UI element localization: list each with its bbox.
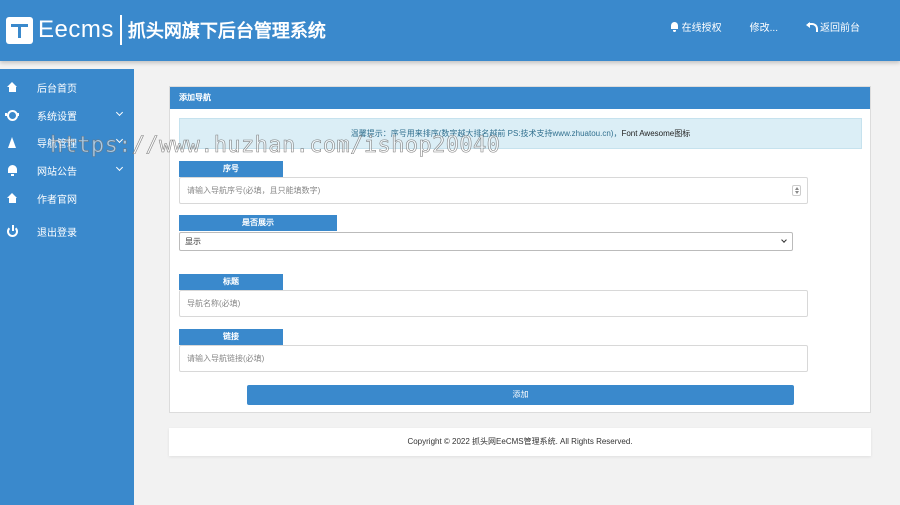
home-icon (7, 81, 18, 93)
logo-icon (6, 16, 33, 44)
system-title: 抓头网旗下后台管理系统 (127, 21, 326, 41)
logo-divider (119, 15, 122, 45)
order-label: 序号 (179, 161, 283, 177)
online-license-label: 在线授权 (681, 23, 722, 34)
order-placeholder: 请输入导航序号(必填，且只能填数字) (187, 186, 321, 195)
title-label: 标题 (179, 274, 283, 290)
modify-link[interactable]: 修改... (750, 19, 778, 34)
link-placeholder: 请输入导航链接(必填) (187, 354, 265, 363)
order-input[interactable]: 请输入导航序号(必填，且只能填数字) (179, 177, 808, 204)
sidebar-item-label: 后台首页 (37, 83, 77, 95)
copyright-text: Copyright © 2022 抓头网EeCMS管理系统. All Right… (407, 437, 633, 446)
navigation-icon (7, 136, 18, 148)
sidebar-item-label: 退出登录 (37, 227, 77, 239)
top-actions: 在线授权 修改... 返回前台 (642, 19, 900, 34)
sidebar: 后台首页 系统设置 导航管理 网站公告 作者官网 退出登录 (0, 69, 134, 505)
logo-text: Eecms (38, 16, 114, 43)
title-placeholder: 导航名称(必填) (187, 299, 241, 308)
back-to-frontend-label: 返回前台 (820, 23, 860, 34)
bell-icon (670, 21, 679, 32)
notice-text: 温馨提示：序号用来排序(数字越大排名越前 PS:技术支持www.zhuatou.… (350, 129, 622, 138)
chevron-down-icon (781, 237, 787, 243)
sidebar-item-navigation[interactable]: 导航管理 (0, 131, 134, 153)
gear-icon (5, 109, 19, 121)
undo-icon (806, 22, 818, 32)
top-bar: Eecms 抓头网旗下后台管理系统 在线授权 修改... 返回前台 (0, 0, 900, 61)
chevron-down-icon (115, 135, 124, 144)
sidebar-item-announcements[interactable]: 网站公告 (0, 159, 134, 181)
sidebar-item-label: 作者官网 (37, 194, 77, 206)
sidebar-item-label: 网站公告 (37, 166, 77, 178)
home-icon (7, 192, 18, 204)
power-icon (7, 224, 18, 237)
sidebar-item-label: 系统设置 (37, 111, 77, 123)
chevron-down-icon (115, 108, 124, 117)
link-input[interactable]: 请输入导航链接(必填) (179, 345, 808, 372)
show-label: 是否展示 (179, 215, 337, 231)
modify-label: 修改... (749, 23, 778, 34)
chevron-down-icon (115, 163, 124, 172)
panel-title: 添加导航 (170, 87, 870, 109)
sidebar-item-label: 导航管理 (37, 138, 77, 150)
add-button[interactable]: 添加 (247, 385, 794, 405)
footer: Copyright © 2022 抓头网EeCMS管理系统. All Right… (169, 428, 871, 456)
add-navigation-panel: 添加导航 温馨提示：序号用来排序(数字越大排名越前 PS:技术支持www.zhu… (169, 86, 871, 413)
sidebar-item-logout[interactable]: 退出登录 (0, 220, 134, 242)
bell-icon (7, 164, 18, 176)
notice-box: 温馨提示：序号用来排序(数字越大排名越前 PS:技术支持www.zhuatou.… (179, 118, 862, 149)
sidebar-item-system-settings[interactable]: 系统设置 (0, 104, 134, 126)
link-label: 链接 (179, 329, 283, 345)
font-awesome-link[interactable]: Font Awesome图标 (621, 129, 690, 138)
title-input[interactable]: 导航名称(必填) (179, 290, 808, 317)
online-license-link[interactable]: 在线授权 (670, 19, 722, 34)
sidebar-item-author-site[interactable]: 作者官网 (0, 187, 134, 209)
back-to-frontend-link[interactable]: 返回前台 (806, 19, 860, 34)
number-spinner-icon[interactable] (792, 185, 801, 196)
show-select-value: 显示 (185, 237, 201, 246)
show-select[interactable]: 显示 (179, 232, 793, 251)
logo[interactable]: Eecms 抓头网旗下后台管理系统 (6, 15, 326, 45)
sidebar-item-home[interactable]: 后台首页 (0, 76, 134, 98)
